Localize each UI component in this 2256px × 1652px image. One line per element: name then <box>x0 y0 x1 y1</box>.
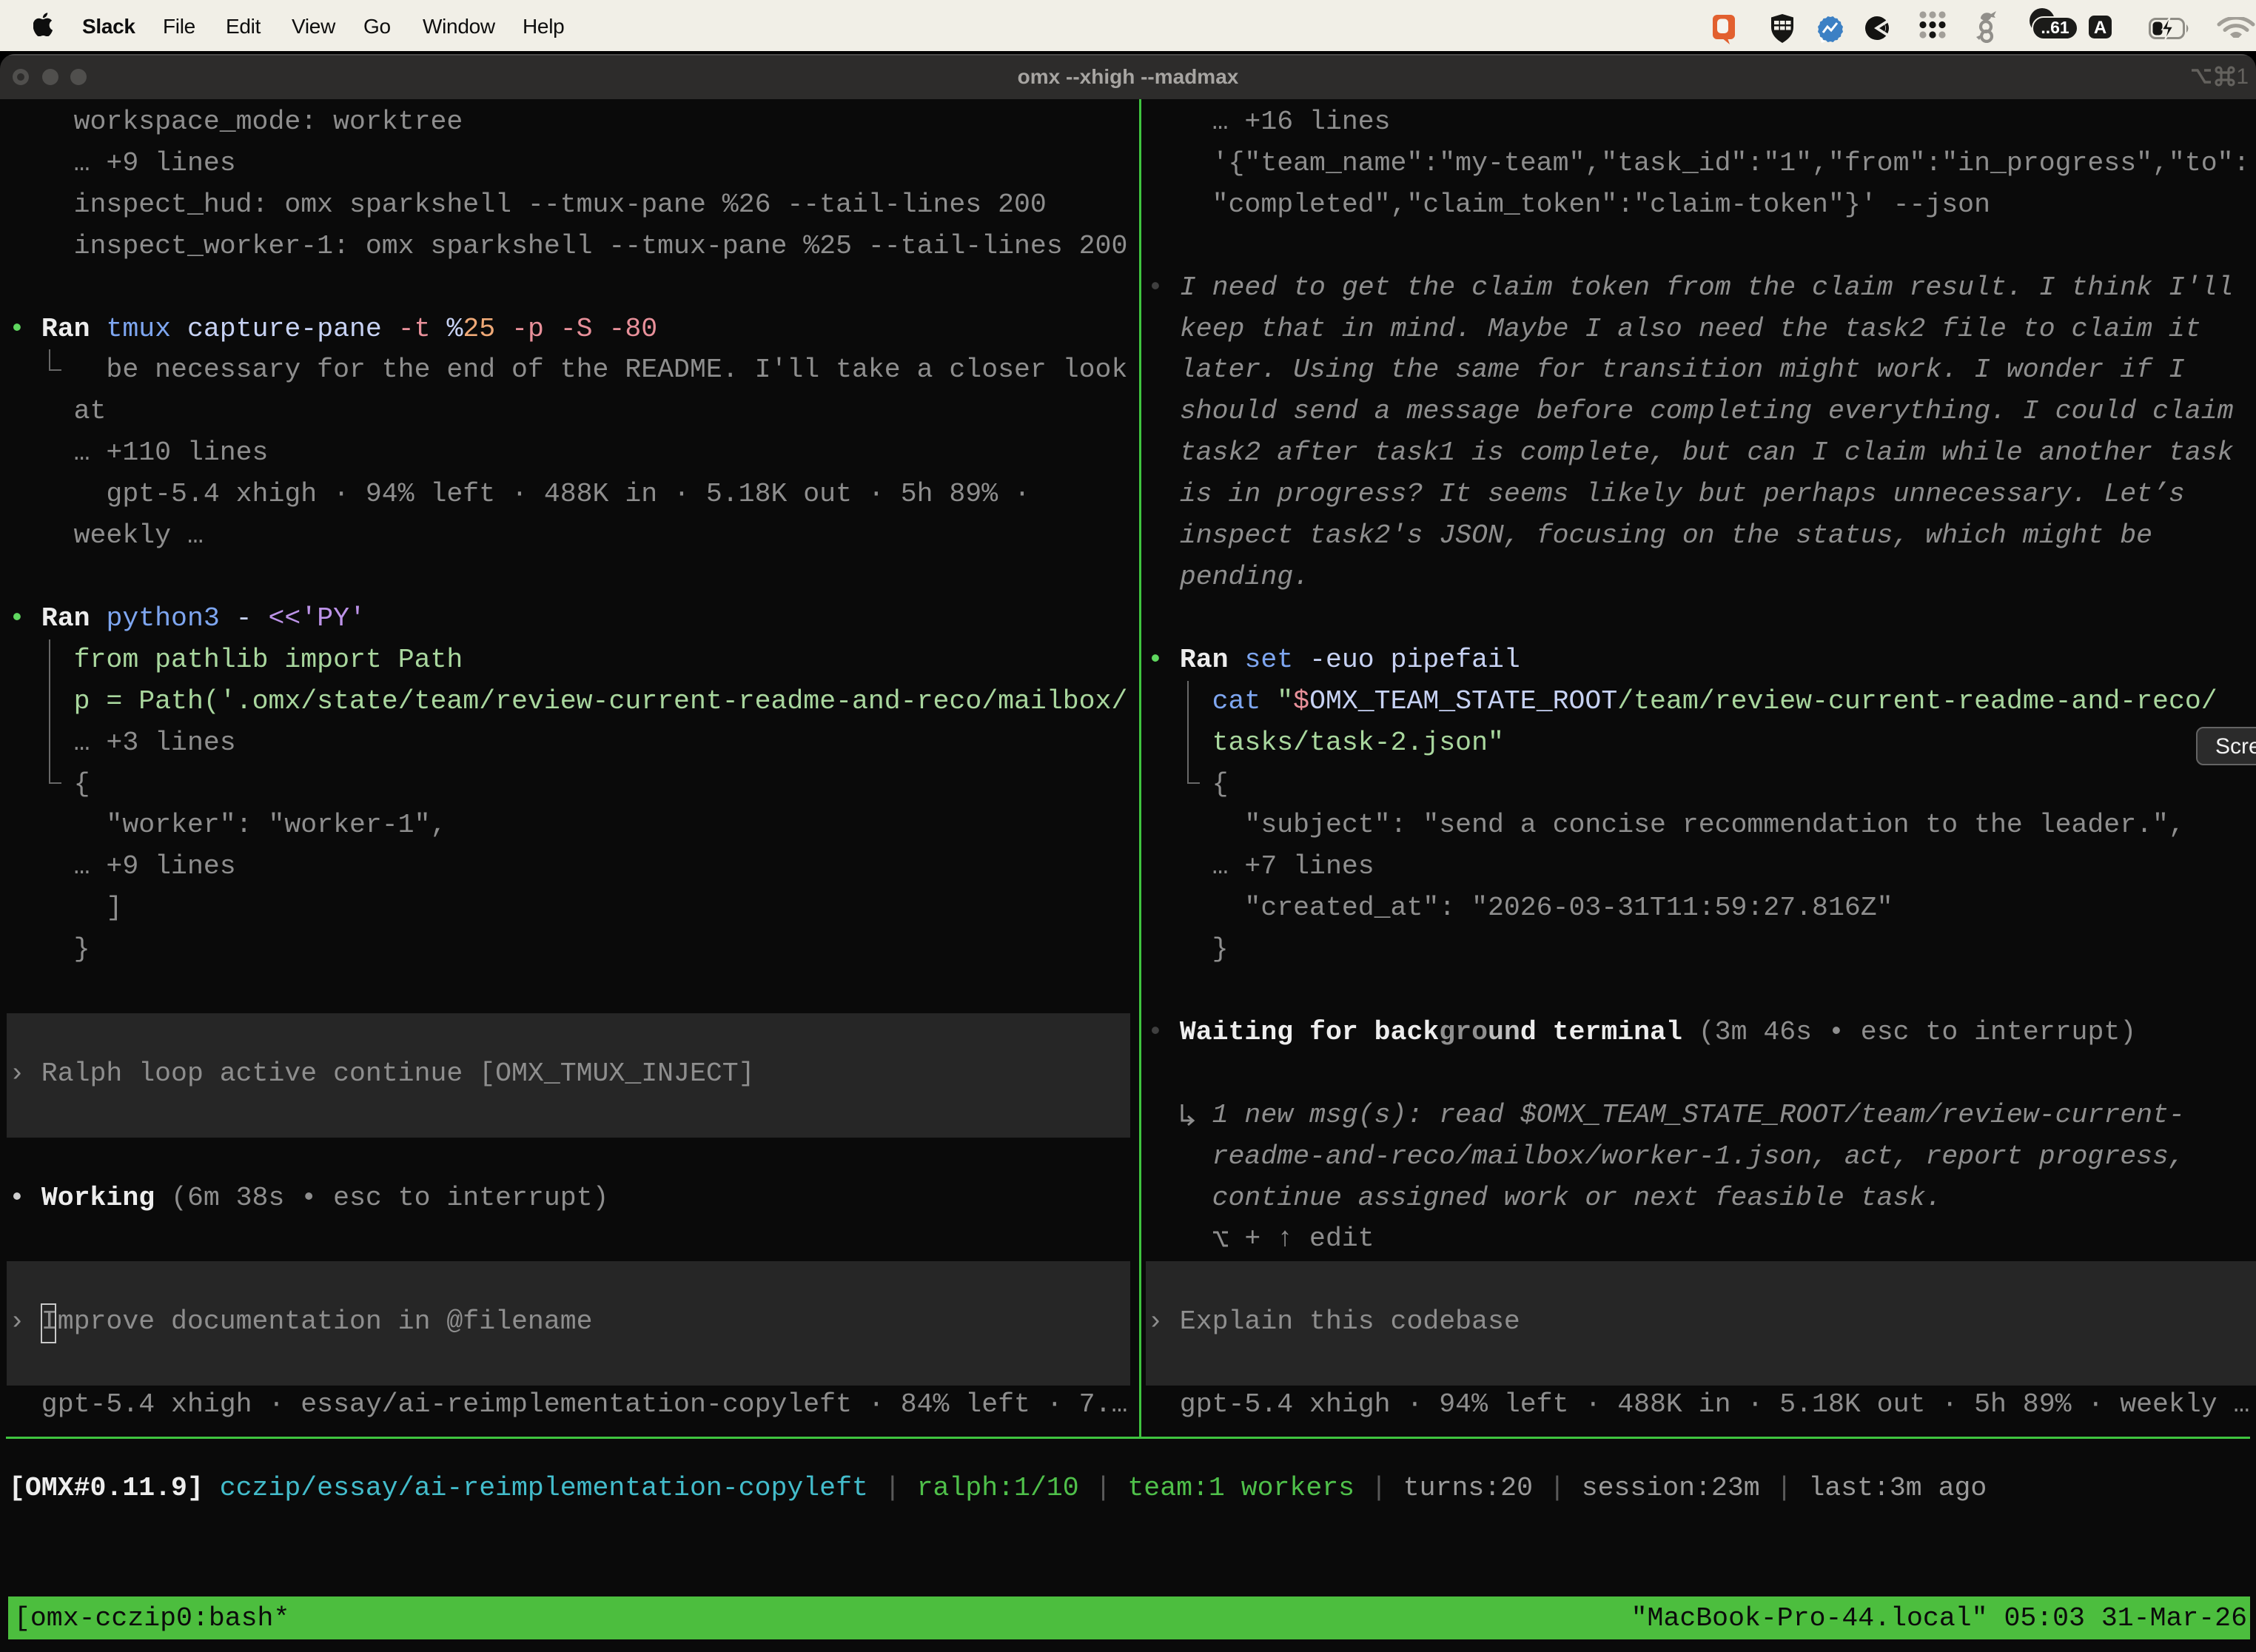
svg-text:A: A <box>2094 18 2106 38</box>
svg-text:..61: ..61 <box>2041 18 2069 37</box>
